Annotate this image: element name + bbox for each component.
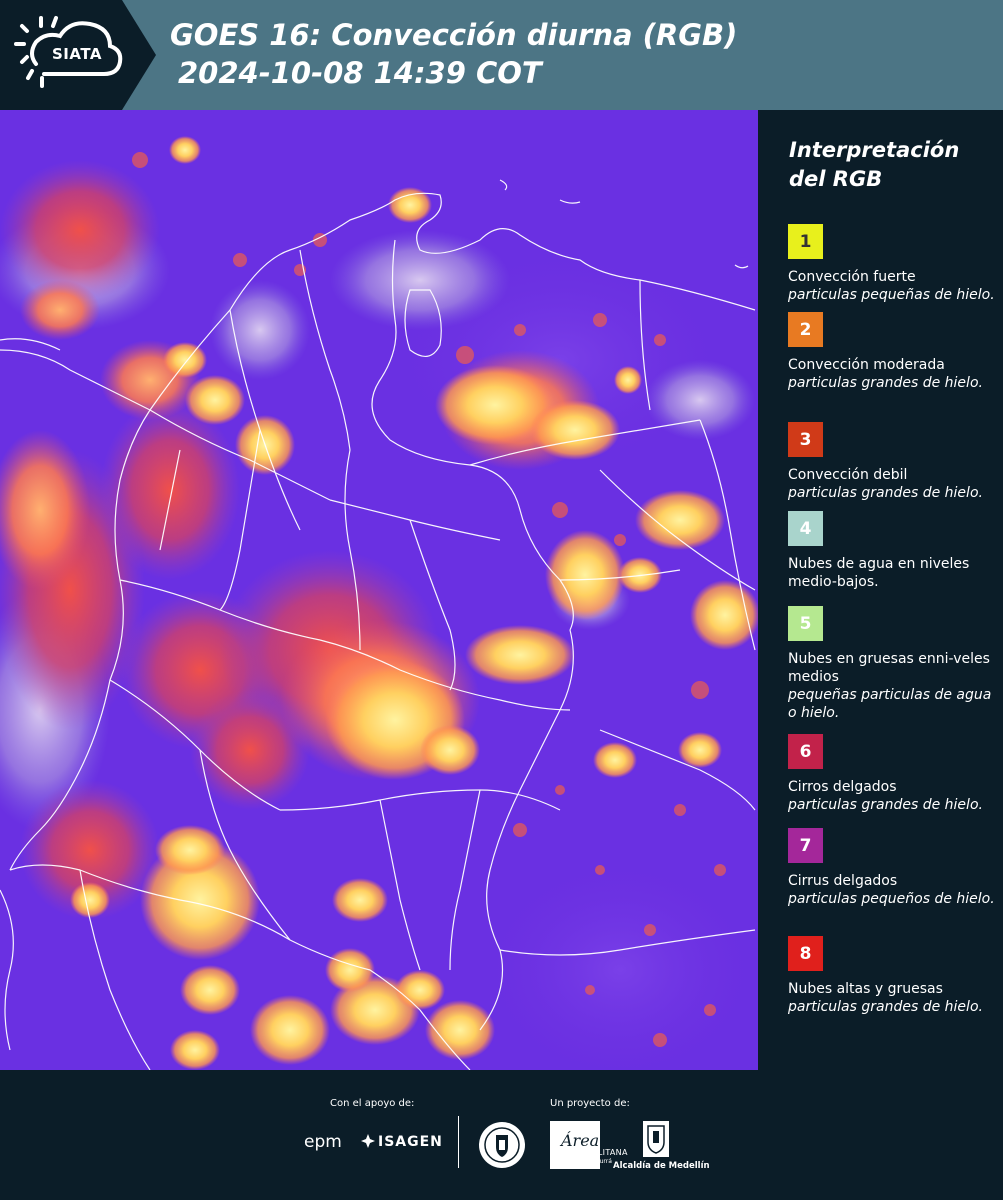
legend-panel: Interpretación del RGB 1 Convección fuert… (764, 110, 1003, 1070)
footer-bar: Con el apoyo de: Un proyecto de: epm ISA… (0, 1070, 1003, 1200)
header-bar: SIATA GOES 16: Convección diurna (RGB) 2… (0, 0, 1003, 110)
footer-divider (458, 1116, 459, 1168)
legend-item-8: 8 Nubes altas y gruesas particulas grandes… (788, 936, 998, 1016)
legend-sublabel: particulas grandes de hielo. (788, 485, 983, 501)
legend-swatch: 6 (788, 734, 823, 769)
legend-label: Convección fuerte (788, 269, 916, 285)
alcaldia-text: Alcaldía de Medellín (613, 1161, 710, 1171)
legend-swatch: 3 (788, 422, 823, 457)
legend-swatch: 8 (788, 936, 823, 971)
legend-sublabel: particulas grandes de hielo. (788, 375, 983, 391)
area-metropolitana-text: METROPOLITANA (556, 1148, 628, 1157)
legend-item-6: 6 Cirros delgados particulas grandes de hi… (788, 734, 998, 814)
siata-logo: SIATA (0, 0, 156, 110)
legend-swatch: 2 (788, 312, 823, 347)
legend-label: Convección debil (788, 467, 908, 483)
legend-item-4: 4 Nubes de agua en niveles medio-bajos. (788, 511, 998, 591)
legend-swatch: 1 (788, 224, 823, 259)
legend-sublabel: particulas grandes de hielo. (788, 999, 983, 1015)
legend-title: Interpretación del RGB (789, 138, 960, 191)
legend-item-1: 1 Convección fuerte particulas pequeñas de… (788, 224, 998, 304)
epm-logo: epm (304, 1132, 342, 1152)
legend-sublabel: particulas pequeñas de hielo. (788, 287, 995, 303)
legend-swatch: 7 (788, 828, 823, 863)
page-title: GOES 16: Convección diurna (RGB) (170, 18, 738, 52)
legend-label: Cirros delgados (788, 779, 897, 795)
isagen-logo: ISAGEN (378, 1134, 443, 1150)
legend-item-7: 7 Cirrus delgados particulas pequeños de h… (788, 828, 998, 908)
legend-label: Nubes altas y gruesas (788, 981, 943, 997)
area-name: Área (559, 1130, 599, 1150)
satellite-map[interactable] (0, 110, 758, 1070)
support-label: Con el apoyo de: (330, 1098, 415, 1109)
area-metropolitana-sub: Valle de Aburrá (566, 1158, 612, 1165)
legend-label: Nubes de agua en niveles medio-bajos. (788, 556, 970, 590)
page-timestamp: 2024-10-08 14:39 COT (178, 56, 542, 90)
legend-sublabel: pequeñas particulas de agua o hielo. (788, 687, 992, 721)
legend-label: Convección moderada (788, 357, 945, 373)
legend-sublabel: particulas grandes de hielo. (788, 797, 983, 813)
rgb-satellite-image (0, 110, 758, 1070)
legend-sublabel: particulas pequeños de hielo. (788, 891, 995, 907)
isagen-icon (361, 1134, 375, 1148)
legend-item-2: 2 Convección moderada particulas grandes d… (788, 312, 998, 392)
legend-swatch: 4 (788, 511, 823, 546)
project-label: Un proyecto de: (550, 1098, 630, 1109)
legend-item-3: 3 Convección debil particulas grandes de h… (788, 422, 998, 502)
alcaldia-shield-icon (643, 1121, 669, 1157)
legend-label: Nubes en gruesas enni-veles medios (788, 651, 990, 685)
legend-label: Cirrus delgados (788, 873, 898, 889)
medellin-seal-icon (479, 1122, 525, 1168)
logo-text: SIATA (52, 45, 103, 63)
legend-item-5: 5 Nubes en gruesas enni-veles medios peque… (788, 606, 998, 722)
legend-swatch: 5 (788, 606, 823, 641)
